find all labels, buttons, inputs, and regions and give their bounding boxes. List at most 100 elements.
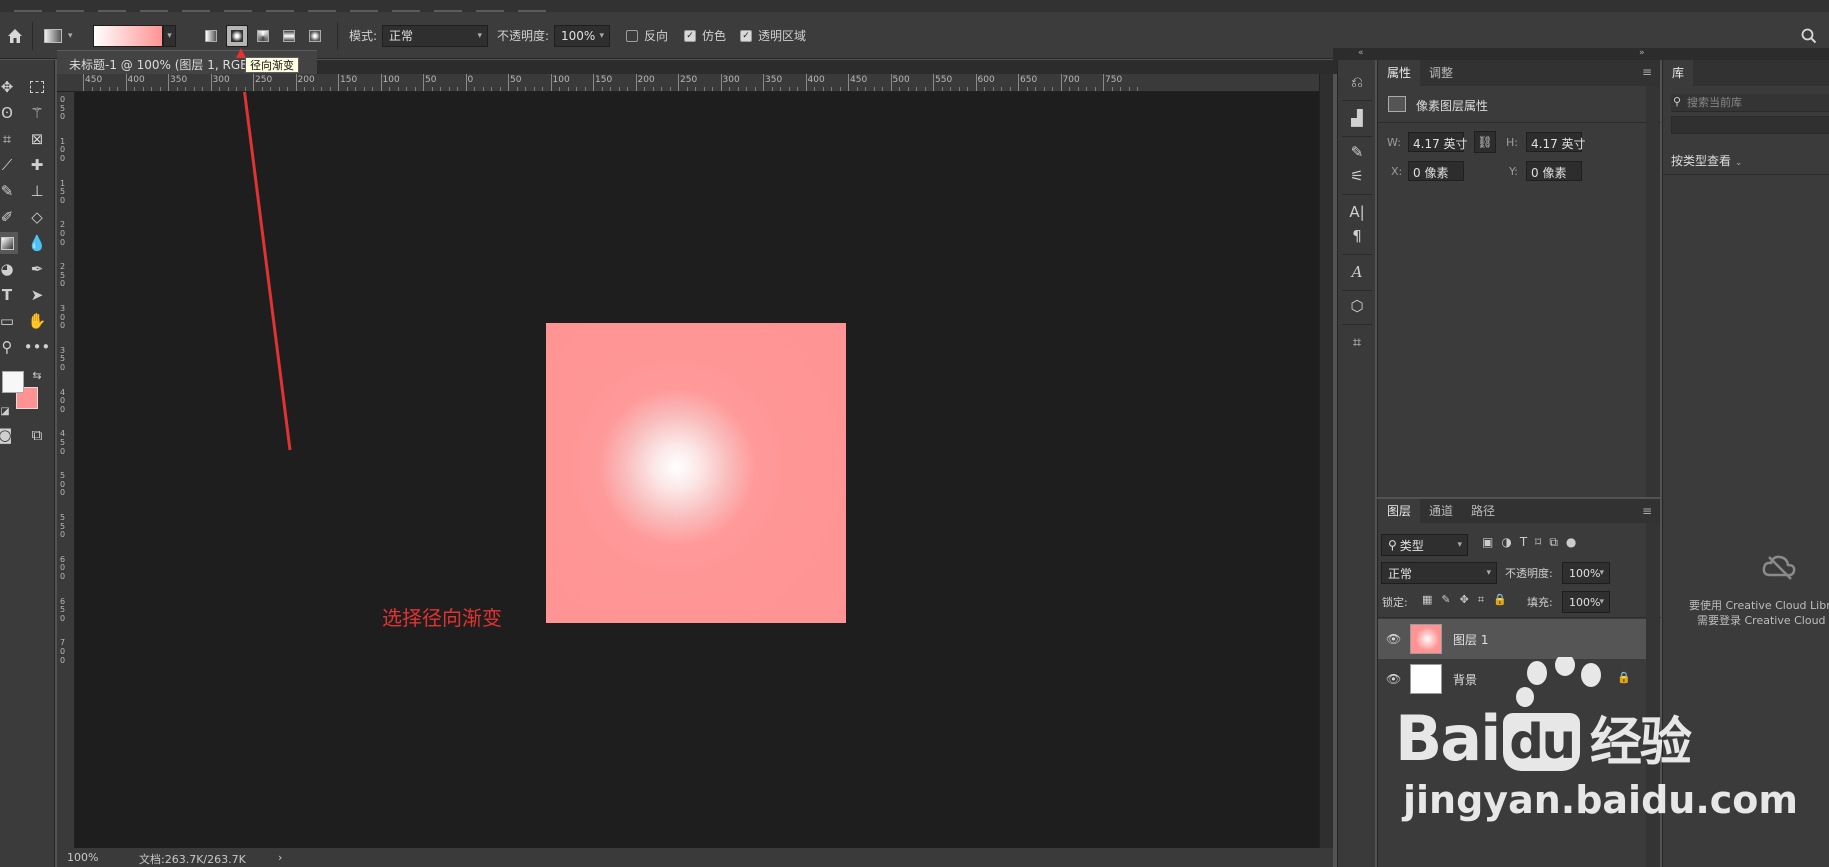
foreground-color-swatch[interactable]: [2, 371, 24, 393]
layer-name[interactable]: 图层 1: [1453, 631, 1488, 648]
tab-layers[interactable]: 图层: [1378, 499, 1421, 523]
screen-mode-icon[interactable]: ⧉: [26, 424, 48, 446]
opacity-input[interactable]: 100% ▾: [554, 24, 610, 47]
width-field[interactable]: 4.17 英寸: [1408, 132, 1468, 152]
eyedropper-icon[interactable]: ⟋: [0, 154, 18, 176]
lasso-tool-icon[interactable]: ʘ: [0, 102, 18, 124]
character-icon[interactable]: A|: [1347, 202, 1367, 222]
adjustments-sliders-icon[interactable]: ⚟: [1347, 166, 1367, 186]
reverse-checkbox[interactable]: 反向: [626, 12, 668, 59]
ruler-tick: [975, 74, 977, 91]
visibility-eye-icon[interactable]: 👁: [1386, 672, 1401, 686]
tab-adjustments[interactable]: 调整: [1420, 60, 1462, 86]
visibility-eye-icon[interactable]: 👁: [1386, 632, 1401, 646]
frame-tool-icon[interactable]: ⊠: [26, 128, 48, 150]
lock-paint-icon[interactable]: ✎: [1441, 593, 1450, 607]
paragraph-icon[interactable]: ¶: [1347, 226, 1367, 246]
ruler-minor-tick: [839, 87, 841, 91]
gradient-swatch[interactable]: [93, 24, 163, 47]
panel-menu-icon[interactable]: ≡: [1642, 65, 1652, 79]
marquee-tool-icon[interactable]: [26, 76, 48, 98]
path-selection-icon[interactable]: ➤: [26, 284, 48, 306]
type-filter-icon[interactable]: T: [1520, 535, 1527, 550]
link-icon[interactable]: ⛓: [1474, 131, 1496, 153]
tab-properties[interactable]: 属性: [1378, 60, 1421, 86]
linear-gradient-button[interactable]: [200, 25, 222, 47]
pen-tool-icon[interactable]: ✒: [26, 258, 48, 280]
zoom-level[interactable]: 100%: [67, 851, 98, 864]
image-filter-icon[interactable]: ▣: [1482, 535, 1493, 550]
home-button[interactable]: [4, 12, 26, 59]
history-icon[interactable]: ⎌: [1347, 72, 1367, 92]
shape-filter-icon[interactable]: ⌑: [1535, 535, 1541, 550]
view-by-type[interactable]: 按类型查看 ⌄: [1671, 152, 1742, 169]
tab-channels[interactable]: 通道: [1420, 499, 1462, 523]
y-field[interactable]: 0 像素: [1526, 161, 1582, 181]
gradient-tool-icon[interactable]: [0, 232, 18, 254]
layer-filter-select[interactable]: ⚲ 类型 ▾: [1381, 534, 1468, 556]
3d-icon[interactable]: ⬡: [1347, 296, 1367, 316]
expand-icon[interactable]: »: [1639, 48, 1645, 58]
default-colors-icon[interactable]: ◪: [0, 400, 16, 422]
vertical-scrollbar[interactable]: [1319, 74, 1333, 848]
hand-tool-icon[interactable]: ✋: [26, 310, 48, 332]
properties-scrollbar[interactable]: [1646, 86, 1660, 497]
fill-input[interactable]: 100% ▾: [1562, 591, 1610, 613]
reflected-gradient-button[interactable]: [278, 25, 300, 47]
eraser-icon[interactable]: ◇: [26, 206, 48, 228]
crop-icon[interactable]: ⌗: [1347, 332, 1367, 352]
move-tool-icon[interactable]: ✥: [0, 76, 18, 98]
zoom-tool-icon[interactable]: ⚲: [0, 336, 18, 358]
dither-checkbox[interactable]: ✓ 仿色: [684, 12, 726, 59]
ruler-label: 5: [60, 605, 66, 615]
layer-row[interactable]: 👁 图层 1: [1378, 619, 1646, 659]
history-brush-icon[interactable]: ✐: [0, 206, 18, 228]
rectangle-tool-icon[interactable]: ▭: [0, 310, 18, 332]
chevron-down-icon[interactable]: ▾: [163, 24, 176, 47]
brush-settings-icon[interactable]: ✎: [1347, 142, 1367, 162]
magic-wand-icon[interactable]: ⚚: [26, 102, 48, 124]
x-field[interactable]: 0 像素: [1408, 161, 1464, 181]
layers-scrollbar[interactable]: [1646, 523, 1660, 867]
tab-libraries[interactable]: 库: [1663, 60, 1694, 86]
smart-object-filter-icon[interactable]: ⧉: [1549, 535, 1558, 550]
ruler-minor-tick: [117, 87, 118, 91]
layer-name[interactable]: 背景: [1453, 671, 1477, 688]
type-tool-icon[interactable]: T: [0, 284, 18, 306]
angle-gradient-button[interactable]: [252, 25, 274, 47]
transparency-checkbox[interactable]: ✓ 透明区域: [740, 12, 806, 59]
mode-select[interactable]: 正常 ▾: [382, 24, 488, 47]
more-tools-icon[interactable]: •••: [24, 336, 51, 358]
layer-opacity-input[interactable]: 100% ▾: [1562, 562, 1610, 584]
blend-mode-select[interactable]: 正常 ▾: [1381, 562, 1497, 584]
lock-position-icon[interactable]: ✥: [1460, 593, 1469, 607]
swap-colors-icon[interactable]: ⇆: [26, 364, 48, 386]
histogram-icon[interactable]: ▟: [1347, 108, 1367, 128]
ruler-label: 2: [60, 262, 66, 272]
dodge-tool-icon[interactable]: ◕: [0, 258, 18, 280]
filter-toggle-icon[interactable]: ●: [1566, 535, 1576, 550]
collapse-icon[interactable]: «: [1358, 48, 1364, 58]
document-canvas[interactable]: [546, 323, 846, 623]
adjustment-filter-icon[interactable]: ◑: [1501, 535, 1511, 550]
radial-gradient-button[interactable]: [226, 24, 248, 47]
chevron-right-icon[interactable]: ›: [278, 851, 282, 864]
panel-menu-icon[interactable]: ≡: [1642, 504, 1652, 518]
library-select[interactable]: [1671, 116, 1829, 134]
library-search-input[interactable]: ⚲ 搜索当前库: [1671, 94, 1829, 112]
healing-brush-icon[interactable]: ✚: [26, 154, 48, 176]
diamond-gradient-button[interactable]: [304, 25, 326, 47]
glyphs-icon[interactable]: A: [1347, 262, 1367, 282]
lock-artboard-icon[interactable]: ⌗: [1478, 593, 1484, 607]
lock-all-icon[interactable]: 🔒: [1493, 593, 1507, 607]
quick-mask-icon[interactable]: ◙: [0, 424, 16, 446]
layer-row[interactable]: 👁 背景 🔒: [1378, 659, 1646, 699]
crop-tool-icon[interactable]: ⌗: [0, 128, 18, 150]
lock-transparent-icon[interactable]: ▦: [1422, 593, 1432, 607]
brush-tool-icon[interactable]: ✎: [0, 180, 18, 202]
stamp-tool-icon[interactable]: ⊥: [26, 180, 48, 202]
height-field[interactable]: 4.17 英寸: [1526, 132, 1586, 152]
canvas-workspace[interactable]: 选择径向渐变: [75, 92, 1319, 848]
blur-tool-icon[interactable]: 💧: [26, 232, 48, 254]
tab-paths[interactable]: 路径: [1462, 499, 1504, 523]
